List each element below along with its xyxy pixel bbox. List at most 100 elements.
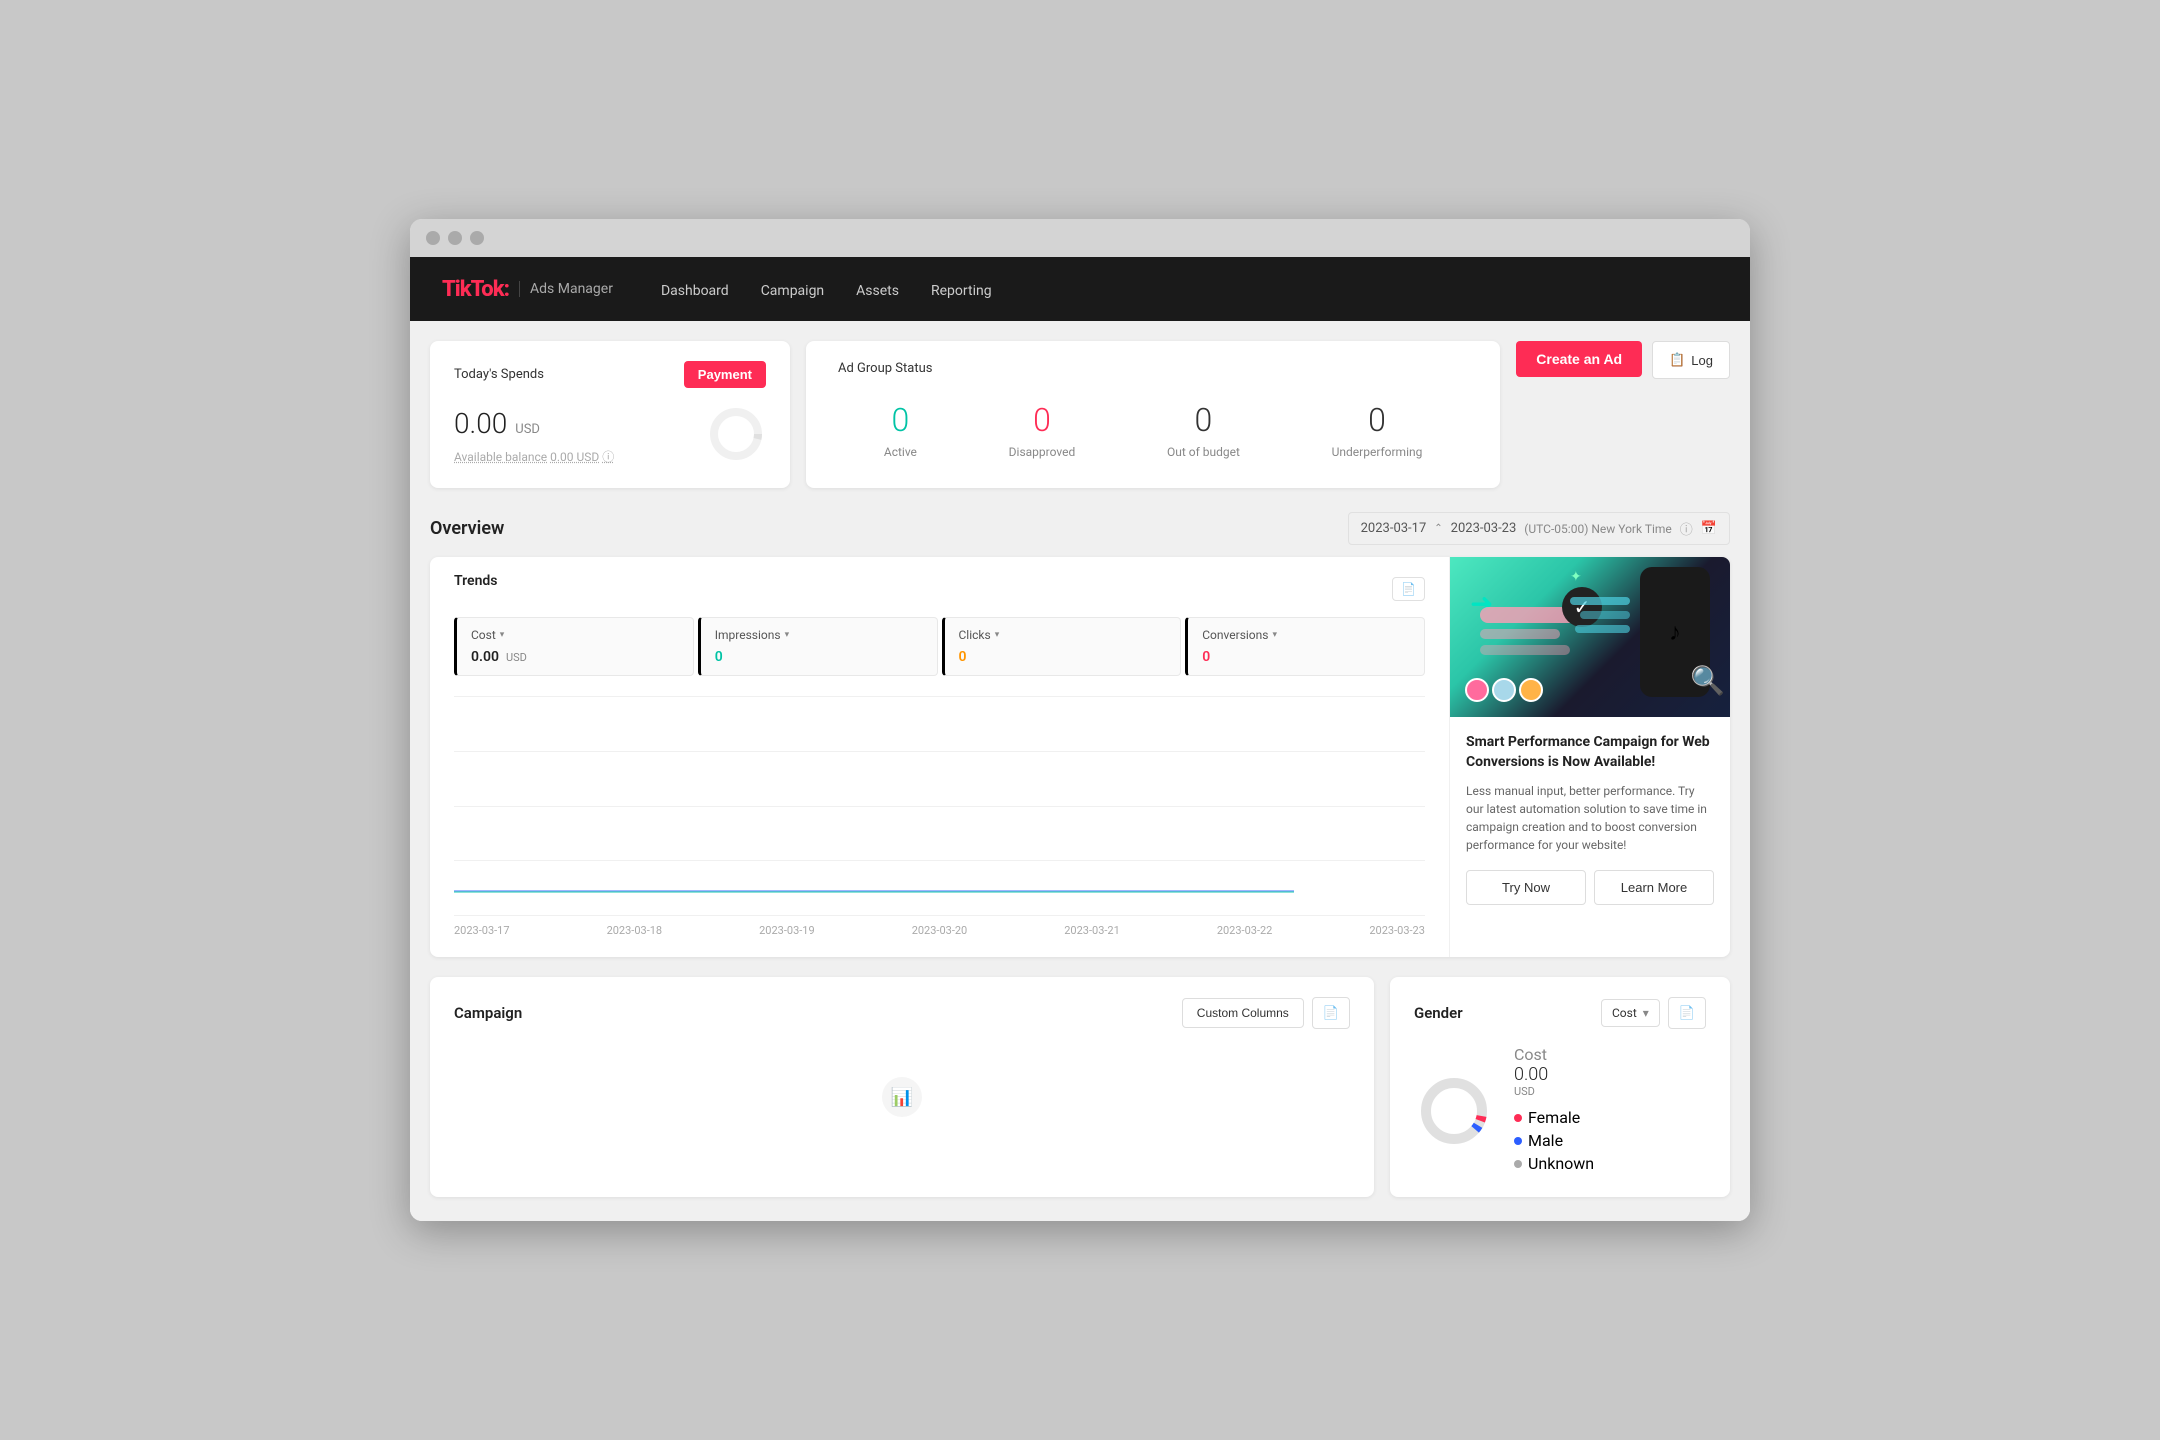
x-label-4: 2023-03-21 bbox=[1064, 924, 1120, 937]
payment-button[interactable]: Payment bbox=[684, 361, 766, 388]
metric-conversions-label: Conversions bbox=[1202, 628, 1268, 642]
promo-avatar-2 bbox=[1492, 678, 1516, 702]
overview-title: Overview bbox=[430, 518, 504, 539]
spend-number-row: 0.00 USD bbox=[454, 407, 682, 440]
promo-image-content: ➜ ✦ ✓ ♪ bbox=[1450, 557, 1730, 717]
date-start: 2023-03-17 bbox=[1361, 521, 1427, 536]
trends-title: Trends bbox=[454, 573, 497, 589]
promo-description: Less manual input, better performance. T… bbox=[1466, 782, 1714, 854]
trends-section: Trends 📄 Cost ▾ 0.00 bbox=[430, 557, 1450, 957]
female-legend-label: Female bbox=[1528, 1108, 1580, 1127]
metric-cost-card[interactable]: Cost ▾ 0.00 USD bbox=[454, 617, 694, 676]
campaign-title: Campaign bbox=[454, 1004, 522, 1022]
metrics-row: Cost ▾ 0.00 USD Impressions bbox=[454, 617, 1425, 676]
x-label-1: 2023-03-18 bbox=[607, 924, 663, 937]
promo-checkmark-icon: ✓ bbox=[1562, 587, 1602, 627]
gender-legend-unknown: Unknown bbox=[1514, 1154, 1594, 1173]
metric-cost-label: Cost bbox=[471, 628, 496, 642]
try-now-button[interactable]: Try Now bbox=[1466, 870, 1586, 905]
cost-dropdown-label: Cost bbox=[1612, 1006, 1637, 1020]
trends-chart bbox=[454, 696, 1425, 916]
metric-cost-value: 0.00 bbox=[471, 649, 499, 665]
x-label-6: 2023-03-23 bbox=[1369, 924, 1425, 937]
gender-chart-area: Cost 0.00 USD Female bbox=[1414, 1045, 1706, 1177]
status-active-value: 0 bbox=[884, 401, 917, 439]
gender-header: Gender Cost ▾ 📄 bbox=[1414, 997, 1706, 1029]
male-legend-dot bbox=[1514, 1137, 1522, 1145]
metric-impressions-chevron: ▾ bbox=[785, 630, 790, 640]
chart-svg bbox=[454, 696, 1425, 896]
nav-links: Dashboard Campaign Assets Reporting bbox=[661, 280, 992, 299]
log-button[interactable]: 📋 Log bbox=[1652, 341, 1730, 379]
spend-amount: 0.00 USD Available balance 0.00 USD ⓘ bbox=[454, 407, 682, 465]
status-outofbudget: 0 Out of budget bbox=[1167, 401, 1240, 459]
spend-body: 0.00 USD Available balance 0.00 USD ⓘ bbox=[454, 404, 766, 468]
tiktok-wordmark: TikTok: bbox=[442, 277, 509, 302]
status-disapproved-label: Disapproved bbox=[1009, 445, 1076, 459]
browser-dot-green bbox=[470, 231, 484, 245]
trends-promo-row: Trends 📄 Cost ▾ 0.00 bbox=[430, 557, 1730, 957]
help-icon[interactable]: ⓘ bbox=[602, 450, 614, 464]
metric-clicks-chevron: ▾ bbox=[995, 630, 1000, 640]
metric-impressions-value: 0 bbox=[715, 649, 723, 665]
top-row: Today's Spends Payment 0.00 USD Availabl… bbox=[430, 341, 1730, 488]
nav-campaign[interactable]: Campaign bbox=[761, 280, 824, 299]
metric-clicks-card[interactable]: Clicks ▾ 0 bbox=[942, 617, 1182, 676]
nav-dashboard[interactable]: Dashboard bbox=[661, 280, 729, 299]
campaign-empty-state: 📊 bbox=[454, 1041, 1350, 1161]
custom-columns-button[interactable]: Custom Columns bbox=[1182, 998, 1304, 1028]
unknown-legend-dot bbox=[1514, 1160, 1522, 1168]
gender-section: Gender Cost ▾ 📄 bbox=[1390, 977, 1730, 1197]
learn-more-button[interactable]: Learn More bbox=[1594, 870, 1714, 905]
promo-magnifier-icon: 🔍 bbox=[1690, 664, 1725, 697]
gender-legend-female: Female bbox=[1514, 1108, 1594, 1127]
metric-conversions-chevron: ▾ bbox=[1272, 630, 1277, 640]
status-disapproved-value: 0 bbox=[1009, 401, 1076, 439]
metric-clicks-label: Clicks bbox=[959, 628, 991, 642]
overview-title-row: Overview 2023-03-17 ⌃ 2023-03-23 (UTC-05… bbox=[430, 508, 1730, 557]
tiktok-logo-icon: ♪ bbox=[1669, 618, 1681, 647]
browser-titlebar bbox=[410, 219, 1750, 257]
document-icon: 📋 bbox=[1669, 352, 1685, 368]
browser-dot-red bbox=[426, 231, 440, 245]
male-legend-label: Male bbox=[1528, 1131, 1563, 1150]
spend-currency: USD bbox=[515, 422, 540, 437]
gender-cost-label: Cost bbox=[1514, 1045, 1594, 1064]
spend-header: Today's Spends Payment bbox=[454, 361, 766, 388]
create-ad-button[interactable]: Create an Ad bbox=[1516, 341, 1642, 377]
metric-clicks-value: 0 bbox=[959, 649, 967, 665]
spend-balance: Available balance 0.00 USD ⓘ bbox=[454, 448, 682, 465]
metric-conversions-card[interactable]: Conversions ▾ 0 bbox=[1185, 617, 1425, 676]
cost-dropdown[interactable]: Cost ▾ bbox=[1601, 999, 1660, 1027]
status-active: 0 Active bbox=[884, 401, 917, 459]
metric-impressions-card[interactable]: Impressions ▾ 0 bbox=[698, 617, 938, 676]
promo-avatar-1 bbox=[1465, 678, 1489, 702]
unknown-legend-label: Unknown bbox=[1528, 1154, 1594, 1173]
x-label-3: 2023-03-20 bbox=[912, 924, 968, 937]
gender-export-icon: 📄 bbox=[1679, 1005, 1695, 1020]
metric-cost-unit: USD bbox=[506, 651, 527, 664]
gender-export-button[interactable]: 📄 bbox=[1668, 997, 1706, 1029]
trends-export-button[interactable]: 📄 bbox=[1392, 577, 1425, 601]
date-range-picker[interactable]: 2023-03-17 ⌃ 2023-03-23 (UTC-05:00) New … bbox=[1348, 512, 1730, 545]
date-range-separator: ⌃ bbox=[1434, 523, 1442, 534]
gender-legend-male: Male bbox=[1514, 1131, 1594, 1150]
nav-reporting[interactable]: Reporting bbox=[931, 280, 992, 299]
status-outofbudget-value: 0 bbox=[1167, 401, 1240, 439]
nav-assets[interactable]: Assets bbox=[856, 280, 899, 299]
metric-cost-chevron: ▾ bbox=[500, 630, 505, 640]
promo-avatar-3 bbox=[1519, 678, 1543, 702]
chevron-down-icon: ▾ bbox=[1643, 1006, 1649, 1020]
export-icon: 📄 bbox=[1323, 1005, 1339, 1020]
campaign-header: Campaign Custom Columns 📄 bbox=[454, 997, 1350, 1029]
campaign-export-button[interactable]: 📄 bbox=[1312, 997, 1350, 1029]
status-items: 0 Active 0 Disapproved 0 Out of budget bbox=[838, 392, 1468, 468]
trends-promo-section: Trends 📄 Cost ▾ 0.00 bbox=[430, 557, 1730, 957]
gender-cost-value: 0.00 bbox=[1514, 1064, 1548, 1085]
ads-manager-label: Ads Manager bbox=[519, 281, 613, 297]
help-icon-tz: ⓘ bbox=[1680, 519, 1693, 538]
x-label-2: 2023-03-19 bbox=[759, 924, 815, 937]
chart-x-labels: 2023-03-17 2023-03-18 2023-03-19 2023-03… bbox=[454, 924, 1425, 937]
status-outofbudget-label: Out of budget bbox=[1167, 445, 1240, 459]
gender-donut-chart bbox=[1414, 1071, 1494, 1151]
